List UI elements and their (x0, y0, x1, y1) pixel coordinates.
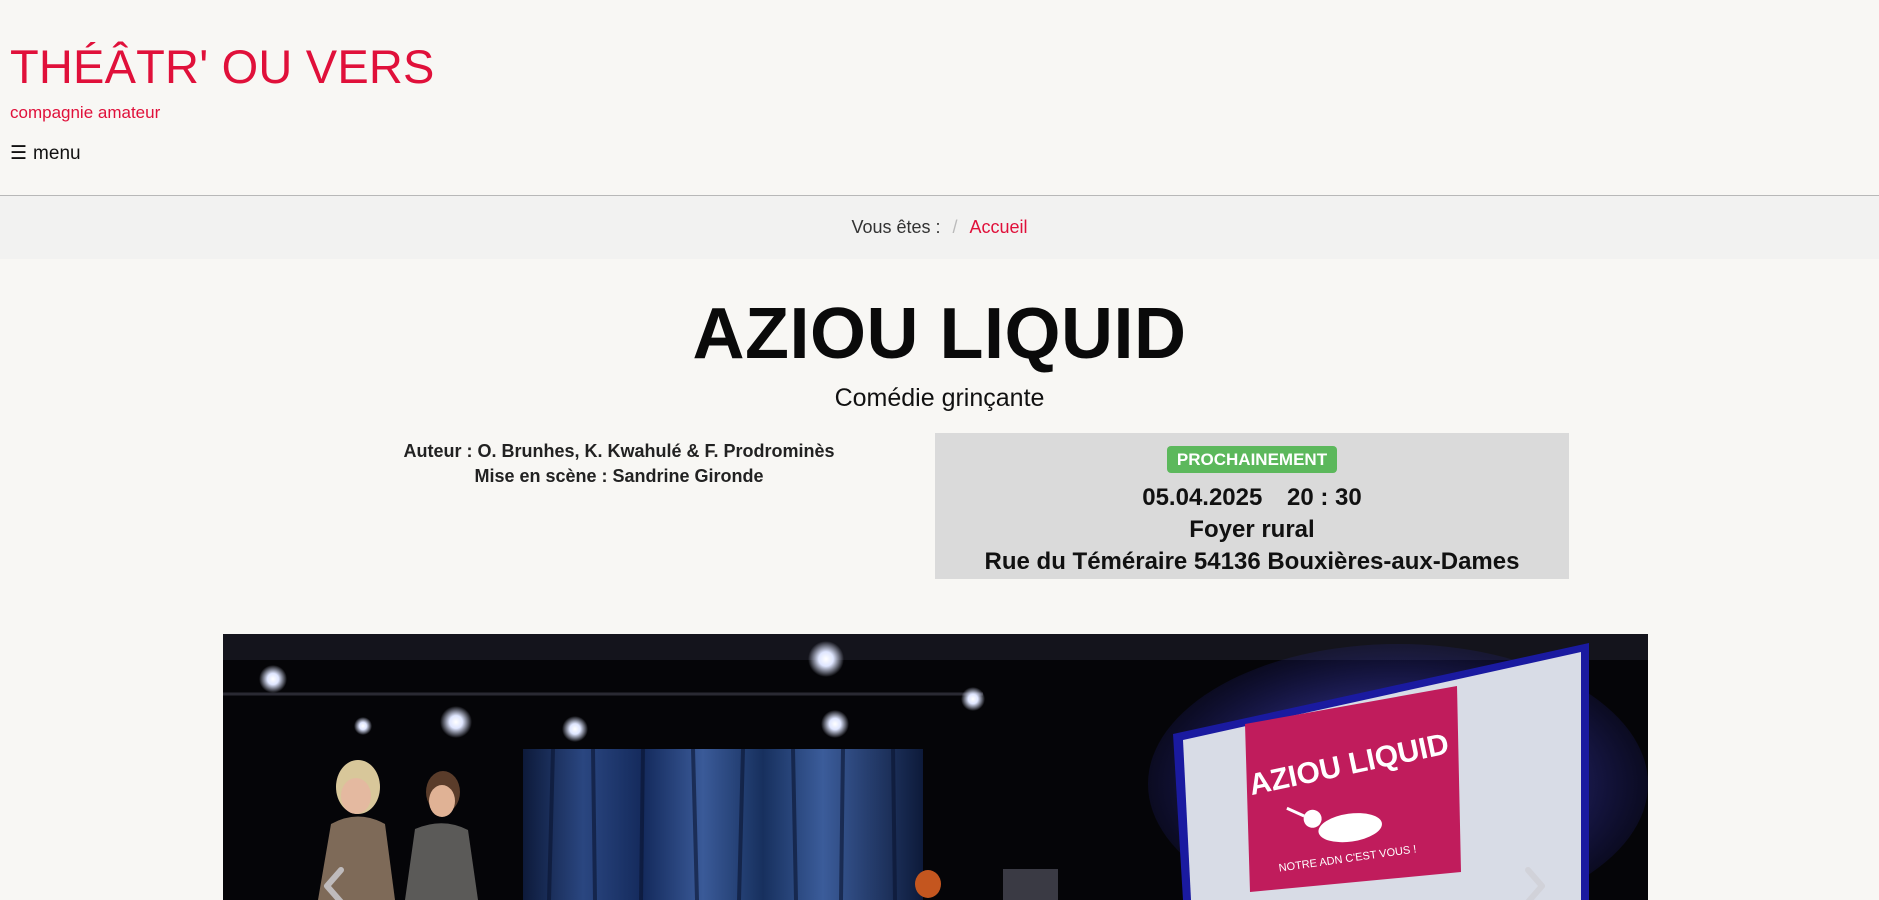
event-box: PROCHAINEMENT 05.04.2025 20 : 30 Foyer r… (935, 433, 1569, 579)
credits: Auteur : O. Brunhes, K. Kwahulé & F. Pro… (369, 439, 869, 489)
author-line: Auteur : O. Brunhes, K. Kwahulé & F. Pro… (403, 441, 835, 461)
breadcrumb: Vous êtes : / Accueil (0, 196, 1879, 259)
chevron-left-icon[interactable] (315, 866, 355, 900)
breadcrumb-separator: / (952, 217, 958, 237)
director-line: Mise en scène : Sandrine Gironde (474, 466, 764, 486)
event-venue: Foyer rural (1189, 516, 1315, 543)
hamburger-icon: ☰ (10, 143, 28, 164)
event-date: 05.04.2025 (1142, 484, 1263, 511)
site-tagline: compagnie amateur (10, 103, 161, 122)
play-genre: Comédie grinçante (834, 384, 1045, 412)
breadcrumb-home-link[interactable]: Accueil (970, 217, 1028, 238)
event-datetime: 05.04.2025 20 : 30 (935, 482, 1569, 514)
menu-label: menu (33, 143, 81, 164)
chevron-right-icon[interactable] (1514, 866, 1554, 900)
menu-toggle-button[interactable]: ☰ menu (10, 143, 81, 165)
site-header: THÉÂTR' OU VERS compagnie amateur ☰ menu (0, 0, 1879, 196)
breadcrumb-prefix: Vous êtes : (851, 217, 941, 237)
main-content: AZIOU LIQUID Comédie grinçante Auteur : … (0, 294, 1879, 583)
play-title: AZIOU LIQUID (692, 294, 1187, 374)
event-time: 20 : 30 (1287, 484, 1362, 511)
photo-carousel[interactable]: AZIOU LIQUID NOTRE ADN C'EST VOUS ! (223, 634, 1648, 900)
info-row: Auteur : O. Brunhes, K. Kwahulé & F. Pro… (0, 433, 1879, 583)
status-badge: PROCHAINEMENT (1166, 446, 1338, 473)
event-address: Rue du Téméraire 54136 Bouxières-aux-Dam… (984, 548, 1520, 575)
carousel-image: AZIOU LIQUID NOTRE ADN C'EST VOUS ! (223, 634, 1648, 900)
site-title[interactable]: THÉÂTR' OU VERS (10, 40, 435, 94)
